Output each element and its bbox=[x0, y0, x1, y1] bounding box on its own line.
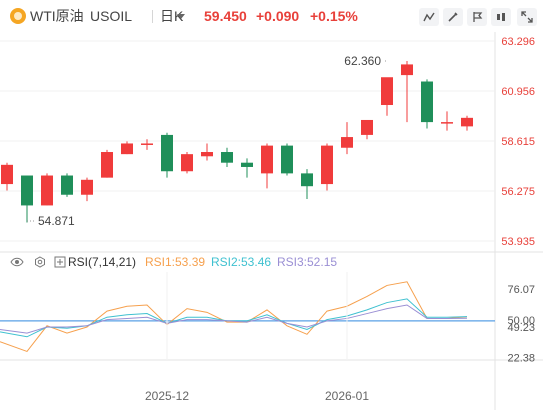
flag-button[interactable] bbox=[467, 8, 487, 26]
last-price: 59.450 bbox=[204, 8, 247, 24]
candle-body bbox=[361, 119, 373, 135]
chart-area[interactable]: 63.296 60.956 58.615 56.275 53.935 62.360 54.8… bbox=[0, 32, 543, 410]
candle-body bbox=[161, 134, 173, 172]
fullscreen-icon bbox=[521, 11, 533, 23]
rsi-tick-label: 22.38 bbox=[507, 353, 535, 365]
price-tick-label: 60.956 bbox=[501, 86, 535, 98]
candle-body bbox=[21, 175, 33, 206]
candle-body bbox=[221, 152, 233, 163]
candle-body bbox=[81, 179, 93, 195]
oil-logo-icon bbox=[10, 8, 26, 24]
instrument-name: WTI原油 bbox=[30, 8, 84, 24]
rsi1-value: RSI1:53.39 bbox=[145, 255, 206, 269]
chevron-down-icon[interactable] bbox=[177, 14, 185, 19]
rsi-title: RSI(7,14,21) bbox=[68, 255, 137, 269]
candle-body bbox=[461, 117, 473, 127]
rsi2-value: RSI2:53.46 bbox=[211, 255, 272, 269]
candle-body bbox=[61, 175, 73, 195]
rsi-tick-label: 49.23 bbox=[507, 322, 535, 334]
candle-body bbox=[321, 145, 333, 185]
high-price-label: 62.360 bbox=[344, 54, 381, 68]
price-tick-label: 56.275 bbox=[501, 186, 535, 198]
price-tick-label: 63.296 bbox=[501, 36, 535, 48]
candle-body bbox=[241, 162, 253, 167]
low-price-label: 54.871 bbox=[38, 214, 75, 228]
candle-body bbox=[421, 81, 433, 123]
rsi3-value: RSI3:52.15 bbox=[277, 255, 338, 269]
candle-body bbox=[1, 164, 13, 185]
candle-body bbox=[441, 122, 453, 124]
rsi-tick-label: 76.07 bbox=[507, 284, 535, 296]
brush-button[interactable] bbox=[443, 8, 463, 26]
rsi-series-line-rsi3 bbox=[0, 304, 468, 334]
price-change: +0.090 bbox=[256, 8, 300, 24]
candle-body bbox=[121, 143, 133, 155]
price-change-percent: +0.15% bbox=[310, 8, 358, 24]
rsi-series-line-rsi1 bbox=[0, 281, 468, 353]
rsi-series-line-rsi2 bbox=[0, 298, 468, 338]
price-tick-label: 58.615 bbox=[501, 136, 535, 148]
candle-body bbox=[381, 77, 393, 106]
candle-body bbox=[181, 154, 193, 172]
time-tick-label: 2026-01 bbox=[325, 389, 369, 403]
candle-body bbox=[41, 175, 53, 206]
candle-body bbox=[341, 137, 353, 148]
eye-icon[interactable] bbox=[10, 256, 24, 268]
candle-body bbox=[201, 152, 213, 157]
line-tool-button[interactable] bbox=[419, 8, 439, 26]
candle-body bbox=[281, 145, 293, 174]
rsi-legend: RSI(7,14,21) RSI1:53.39 RSI2:53.46 RSI3:… bbox=[0, 252, 400, 272]
candle-body bbox=[301, 173, 313, 187]
time-tick-label: 2025-12 bbox=[145, 389, 189, 403]
candle-body bbox=[401, 64, 413, 76]
flag-icon bbox=[473, 12, 483, 22]
candle-body bbox=[101, 152, 113, 178]
chart-header: WTI原油 USOIL 日K 59.450 +0.090 +0.15% bbox=[0, 0, 543, 32]
divider bbox=[152, 10, 153, 23]
candle-body bbox=[141, 143, 153, 145]
compare-icon bbox=[497, 13, 505, 21]
price-tick-label: 53.935 bbox=[501, 236, 535, 248]
collapse-plus-icon[interactable] bbox=[54, 256, 66, 268]
candle-body bbox=[261, 145, 273, 174]
compare-button[interactable] bbox=[491, 8, 511, 26]
fullscreen-button[interactable] bbox=[517, 8, 537, 26]
settings-icon[interactable] bbox=[34, 256, 46, 268]
brush-icon bbox=[448, 12, 458, 22]
symbol-code: USOIL bbox=[90, 8, 133, 24]
line-tool-icon bbox=[423, 12, 435, 22]
